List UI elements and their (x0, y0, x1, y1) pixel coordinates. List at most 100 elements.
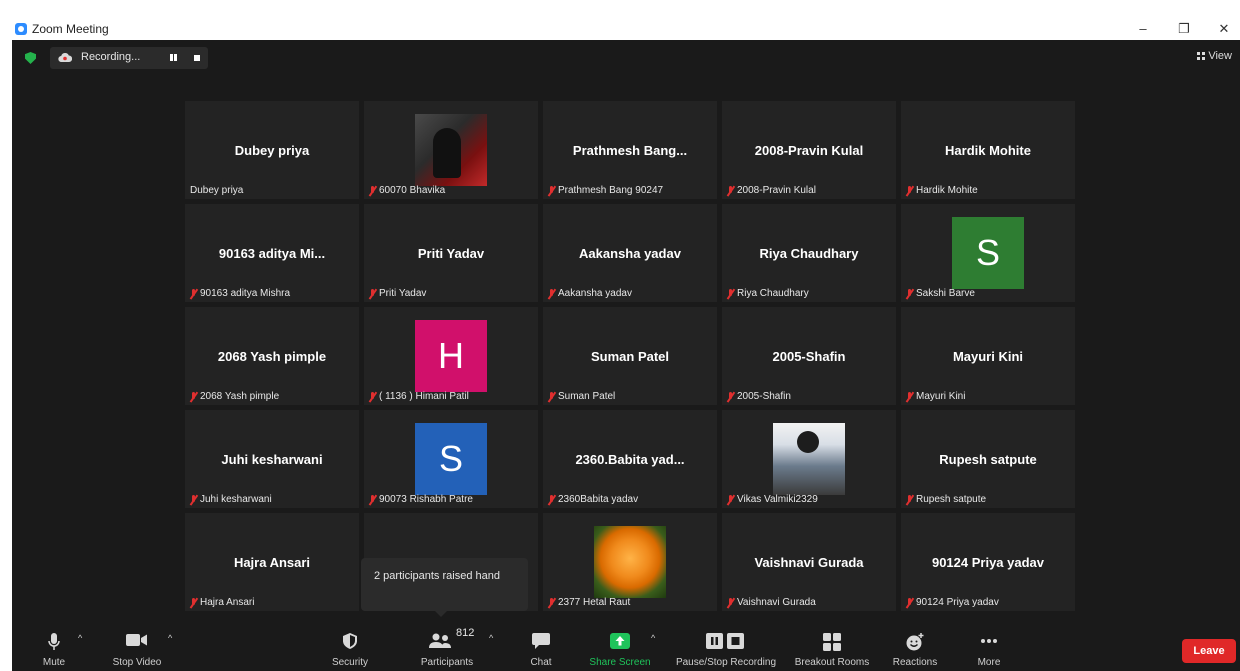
raised-hands-text: 2 participants raised hand (374, 570, 500, 582)
muted-microphone-icon (727, 288, 734, 299)
participant-name-label: ( 1136 ) Himani Patil (369, 391, 469, 402)
participant-display-name: Suman Patel (590, 349, 670, 364)
muted-microphone-icon (548, 494, 555, 505)
minimize-button[interactable]: – (1125, 18, 1161, 40)
muted-microphone-icon (727, 494, 734, 505)
security-shield-icon[interactable] (25, 52, 36, 64)
participant-tile[interactable]: Juhi kesharwani Juhi kesharwani (185, 410, 359, 508)
participant-tile[interactable]: Priti Yadav Priti Yadav (364, 204, 538, 302)
participant-name-label: Priti Yadav (369, 288, 426, 299)
participant-video-grid: Dubey priya Dubey priya 60070 Bhavika Prath… (185, 101, 1075, 611)
participant-display-name: Hardik Mohite (945, 143, 1031, 158)
share-options-caret[interactable]: ^ (651, 633, 655, 643)
cloud-recording-icon (58, 52, 72, 63)
participant-tile[interactable]: Riya Chaudhary Riya Chaudhary (722, 204, 896, 302)
muted-microphone-icon (190, 494, 197, 505)
more-button[interactable]: More (969, 623, 1009, 671)
participant-tile[interactable]: Mayuri Kini Mayuri Kini (901, 307, 1075, 405)
muted-microphone-icon (727, 597, 734, 608)
pause-recording-icon[interactable] (168, 52, 180, 64)
shield-icon (343, 633, 357, 649)
participant-tile[interactable]: 90124 Priya yadav 90124 Priya yadav (901, 513, 1075, 611)
pause-stop-recording-button[interactable]: Pause/Stop Recording (671, 623, 781, 671)
recording-indicator: Recording... (50, 47, 208, 69)
security-button[interactable]: Security (326, 623, 374, 671)
view-button[interactable]: View (1197, 50, 1232, 66)
participant-tile[interactable]: 60070 Bhavika (364, 101, 538, 199)
participant-tile[interactable]: S Sakshi Barve (901, 204, 1075, 302)
participant-tile[interactable]: Vikas Valmiki2329 (722, 410, 896, 508)
participants-options-caret[interactable]: ^ (489, 633, 493, 643)
participant-display-name: 2068 Yash pimple (217, 349, 327, 364)
participant-name-text: Suman Patel (558, 391, 616, 402)
more-label: More (977, 657, 1001, 668)
participant-name-label: Prathmesh Bang 90247 (548, 185, 663, 196)
pause-stop-recording-label: Pause/Stop Recording (675, 657, 777, 668)
participant-tile[interactable]: Aakansha yadav Aakansha yadav (543, 204, 717, 302)
share-screen-button[interactable]: Share Screen (587, 623, 653, 671)
participant-tile[interactable]: 2005-Shafin 2005-Shafin (722, 307, 896, 405)
participant-name-text: Vaishnavi Gurada (737, 597, 816, 608)
participant-name-text: 90124 Priya yadav (916, 597, 999, 608)
participant-tile[interactable]: Dubey priya Dubey priya (185, 101, 359, 199)
participant-name-text: Priti Yadav (379, 288, 427, 299)
participant-display-name: 2360.Babita yad... (575, 452, 685, 467)
participant-name-label: Vaishnavi Gurada (727, 597, 816, 608)
share-screen-icon (610, 633, 630, 649)
participant-name-text: Rupesh satpute (916, 494, 987, 505)
participant-tile[interactable]: S 90073 Rishabh Patre (364, 410, 538, 508)
participant-tile[interactable]: 2377 Hetal Raut (543, 513, 717, 611)
participant-tile[interactable]: Hardik Mohite Hardik Mohite (901, 101, 1075, 199)
participant-display-name: Mayuri Kini (952, 349, 1024, 364)
breakout-rooms-icon (823, 633, 841, 651)
participant-display-name: Aakansha yadav (579, 246, 681, 261)
muted-microphone-icon (906, 494, 913, 505)
participant-display-name: Hajra Ansari (233, 555, 311, 570)
stop-recording-icon[interactable] (191, 52, 203, 64)
audio-options-caret[interactable]: ^ (78, 633, 82, 643)
grid-view-icon (1197, 52, 1206, 60)
restore-button[interactable]: ❐ (1166, 18, 1202, 40)
meeting-top-bar: Recording... View (12, 40, 1240, 76)
video-options-caret[interactable]: ^ (168, 633, 172, 643)
participant-display-name: Priti Yadav (417, 246, 485, 261)
participant-name-text: ( 1136 ) Himani Patil (379, 391, 469, 402)
participant-name-text: 2377 Hetal Raut (558, 597, 631, 608)
participant-tile[interactable]: Rupesh satpute Rupesh satpute (901, 410, 1075, 508)
reactions-button[interactable]: Reactions (890, 623, 940, 671)
participant-name-text: 90163 aditya Mishra (200, 288, 291, 299)
participant-name-text: 2068 Yash pimple (200, 391, 280, 402)
participant-tile[interactable]: 2360.Babita yad... 2360Babita yadav (543, 410, 717, 508)
chat-button[interactable]: Chat (523, 623, 559, 671)
participant-display-name: Juhi kesharwani (221, 452, 323, 467)
participant-tile[interactable]: 90163 aditya Mi... 90163 aditya Mishra (185, 204, 359, 302)
muted-microphone-icon (369, 288, 376, 299)
participants-button[interactable]: 812 Participants (412, 623, 482, 671)
mute-label: Mute (42, 657, 66, 668)
participant-name-label: 2005-Shafin (727, 391, 791, 402)
zoom-app-icon (15, 23, 27, 35)
participant-tile[interactable]: Suman Patel Suman Patel (543, 307, 717, 405)
participant-name-label: 90073 Rishabh Patre (369, 494, 473, 505)
participant-tile[interactable]: 2068 Yash pimple 2068 Yash pimple (185, 307, 359, 405)
participant-name-label: Riya Chaudhary (727, 288, 809, 299)
participant-tile[interactable]: Hajra Ansari Hajra Ansari (185, 513, 359, 611)
participant-tile[interactable]: Vaishnavi Gurada Vaishnavi Gurada (722, 513, 896, 611)
mute-button[interactable]: Mute (36, 623, 72, 671)
participant-tile[interactable]: H( 1136 ) Himani Patil (364, 307, 538, 405)
participant-display-name: 2008-Pravin Kulal (754, 143, 864, 158)
close-window-button[interactable]: ✕ (1206, 18, 1240, 40)
reactions-label: Reactions (892, 657, 938, 668)
participant-name-label: 90163 aditya Mishra (190, 288, 290, 299)
participant-name-text: Sakshi Barve (916, 288, 975, 299)
participant-name-label: 60070 Bhavika (369, 185, 445, 196)
video-camera-icon (126, 634, 147, 646)
stop-video-button[interactable]: Stop Video (108, 623, 166, 671)
participant-name-text: Juhi kesharwani (200, 494, 272, 505)
participant-tile[interactable]: 2008-Pravin Kulal 2008-Pravin Kulal (722, 101, 896, 199)
participant-avatar: S (952, 217, 1024, 289)
participant-tile[interactable]: Prathmesh Bang... Prathmesh Bang 90247 (543, 101, 717, 199)
participant-count: 812 (456, 627, 475, 639)
breakout-rooms-button[interactable]: Breakout Rooms (790, 623, 874, 671)
leave-button[interactable]: Leave (1182, 639, 1236, 663)
